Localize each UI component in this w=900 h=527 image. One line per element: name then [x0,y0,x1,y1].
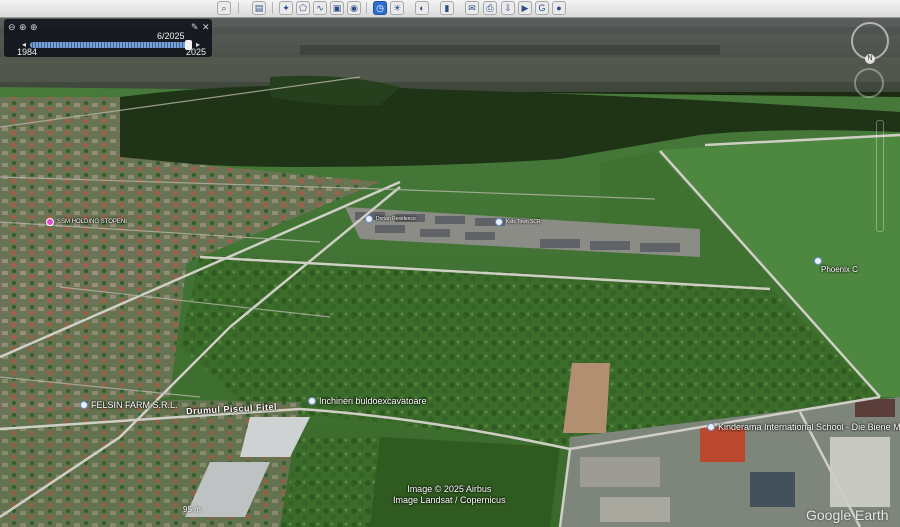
tour-icon[interactable]: ◉ [347,1,361,15]
place-label: Dorian Residence [376,216,416,222]
sunlight-icon[interactable]: ☀ [390,1,404,15]
scale-label: 95 m [183,505,201,514]
toolbar-separator [366,2,367,14]
place-pin-icon [814,257,822,265]
zoom-in-time-icon[interactable]: ⊕ [30,22,38,32]
end-year: 2025 [186,47,207,57]
toolbar-separator [272,2,273,14]
navigation-controls[interactable]: N [848,20,894,100]
placemark-icon[interactable]: ✦ [279,1,293,15]
place-marker[interactable]: Dorian Residence [365,215,416,223]
image-overlay-icon[interactable]: ▣ [330,1,344,15]
start-year: 1984 [17,47,38,57]
settings-icon[interactable]: ✎ [191,22,199,32]
look-joystick-icon[interactable] [854,68,884,98]
zoom-slider[interactable] [876,120,884,232]
place-pin-icon [308,397,316,405]
place-marker[interactable]: Phoenix C [821,265,858,274]
place-pin-icon [495,218,503,226]
place-marker[interactable]: Inchirieri buldoexcavatoare [308,396,427,406]
place-marker[interactable] [814,257,822,265]
movie-icon[interactable]: ▶ [518,1,532,15]
place-label: Phoenix C [821,265,858,274]
satellite-imagery [0,17,900,527]
planets-icon[interactable]: ◐ [415,1,429,15]
polygon-icon[interactable]: ⬠ [296,1,310,15]
place-pin-icon [80,401,88,409]
search-icon[interactable]: ⌕ [217,1,231,15]
attribution-line: Image Landsat / Copernicus [393,495,506,505]
place-marker[interactable]: Kinderama International School - Die Bie… [707,422,900,432]
earth-icon[interactable]: ● [552,1,566,15]
path-icon[interactable]: ∿ [313,1,327,15]
zoom-out-icon[interactable]: ⊖ [8,22,16,32]
place-pin-icon [46,218,54,226]
historical-imagery-slider: ⊖ ⊕ ⊕ ✎ ✕ 6/2025 ◂ ▸ 1984 2025 [4,19,212,57]
place-marker[interactable]: FELSIN FARM S.R.L. [80,400,178,410]
historical-imagery-icon[interactable]: ◷ [373,1,387,15]
google-earth-logo: Google Earth [806,507,889,523]
print-icon[interactable]: ⎙ [483,1,497,15]
zoom-in-icon[interactable]: ⊕ [19,22,27,32]
sidebar-icon[interactable]: ▤ [252,1,266,15]
place-label: FELSIN FARM S.R.L. [91,400,178,410]
place-marker[interactable]: Kids Town SCR [495,218,541,226]
map-view[interactable] [0,17,900,527]
place-marker[interactable]: SSM HOLDING STOPENI [46,218,127,226]
north-up-icon[interactable]: N [865,54,875,64]
close-icon[interactable]: ✕ [202,22,210,32]
place-pin-icon [707,423,715,431]
place-label: Kinderama International School - Die Bie… [718,422,900,432]
current-date: 6/2025 [157,31,185,41]
email-icon[interactable]: ✉ [465,1,479,15]
place-label: Inchirieri buldoexcavatoare [319,396,427,406]
toolbar-separator [238,2,239,14]
save-image-icon[interactable]: ⇩ [501,1,515,15]
maps-icon[interactable]: G [535,1,549,15]
attribution-line: Image © 2025 Airbus [407,484,492,494]
place-label: Kids Town SCR [506,219,541,225]
ruler-icon[interactable]: ▮ [440,1,454,15]
place-label: SSM HOLDING STOPENI [57,219,127,225]
place-pin-icon [365,215,373,223]
time-slider-track[interactable] [30,42,192,48]
imagery-attribution: Image © 2025 Airbus Image Landsat / Cope… [393,484,506,506]
toolbar: ⌕ ▤ ✦ ⬠ ∿ ▣ ◉ ◷ ☀ ◐ ▮ ✉ ⎙ ⇩ ▶ G ● [0,0,900,18]
